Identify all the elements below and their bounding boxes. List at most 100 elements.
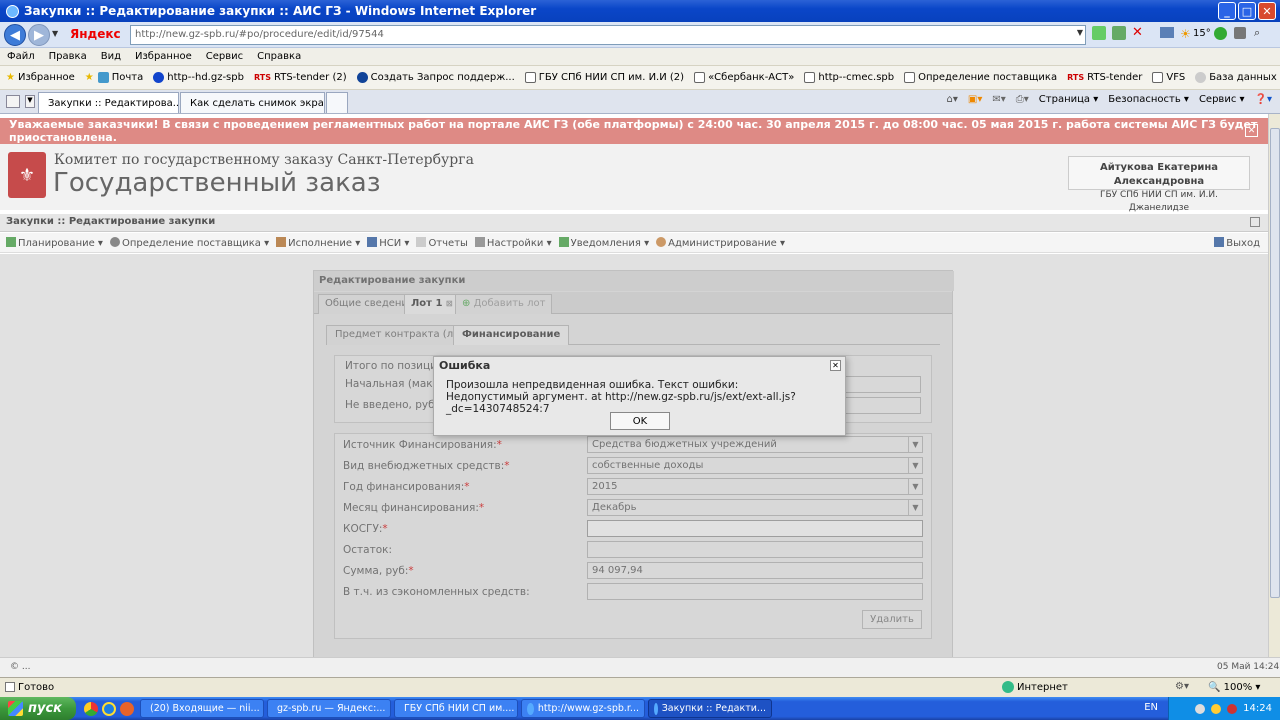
weather-sun-icon: ☀ [1180, 27, 1191, 41]
ie-icon [527, 702, 534, 715]
page-menu[interactable]: Страница ▾ [1039, 94, 1098, 105]
favorite-link[interactable]: Создать Запрос поддерж... [356, 72, 515, 83]
menu-notifications[interactable]: Уведомления ▾ [558, 236, 649, 249]
user-info[interactable]: Айтукова Екатерина Александровна ГБУ СПб… [1068, 156, 1250, 213]
menu-help[interactable]: Справка [257, 51, 301, 62]
volume-icon[interactable] [1211, 703, 1222, 714]
ok-button[interactable]: OK [610, 412, 670, 430]
start-button[interactable]: пуск [0, 697, 76, 720]
favorite-link[interactable]: Почта [97, 72, 143, 83]
badge-icon[interactable] [1214, 27, 1227, 40]
planning-icon [6, 236, 16, 247]
report-icon [416, 236, 427, 247]
add-favorite-icon[interactable]: ★ [85, 72, 94, 83]
exit-icon [1214, 237, 1225, 247]
taskbar-item[interactable]: ГБУ СПб НИИ СП им.... [394, 699, 518, 718]
page-icon [524, 72, 536, 83]
favorite-link[interactable]: http--cmec.spb [804, 72, 894, 83]
help-icon[interactable]: ❓▾ [1255, 94, 1272, 105]
antivirus-icon[interactable] [1227, 703, 1238, 714]
chrome-icon[interactable] [84, 701, 98, 716]
close-alert-button[interactable]: ✕ [1245, 124, 1258, 137]
url-dropdown-icon[interactable]: ▼ [1077, 28, 1083, 37]
notification-icon [558, 236, 569, 247]
globe-icon [356, 72, 368, 83]
dialog-title: Ошибка [439, 359, 491, 372]
history-dropdown-icon[interactable]: ▼ [52, 29, 58, 38]
menu-tools[interactable]: Сервис [206, 51, 243, 62]
favorite-link[interactable]: RTS RTS-tender [1067, 72, 1142, 83]
favorites-button[interactable]: ★ Избранное [6, 72, 75, 83]
network-icon[interactable] [1195, 703, 1206, 714]
favorite-link[interactable]: База данных «Учет собст... [1195, 72, 1280, 83]
menu-bar: Файл Правка Вид Избранное Сервис Справка [0, 48, 1280, 66]
tools-icon[interactable] [1234, 27, 1246, 39]
dialog-message: Произошла непредвиденная ошибка. Текст о… [446, 379, 796, 415]
print-icon[interactable]: ⎙▾ [1016, 94, 1029, 105]
page-icon [904, 72, 916, 83]
browser-tab-bar: ▼ Закупки :: Редактирова... ✕ Как сделат… [0, 90, 1280, 114]
ie-icon [153, 72, 165, 83]
collapse-icon[interactable] [1250, 217, 1260, 227]
browser-tab[interactable]: Как сделать снимок экрана... [180, 92, 325, 113]
menu-file[interactable]: Файл [7, 51, 35, 62]
taskbar-item[interactable]: (20) Входящие — nii... [140, 699, 264, 718]
close-dialog-icon[interactable]: ✕ [830, 360, 841, 371]
favorite-link[interactable]: RTS RTS-tender (2) [254, 72, 347, 83]
tab-list-icon[interactable]: ▼ [25, 95, 35, 108]
ie-quicklaunch-icon[interactable] [102, 701, 116, 716]
page-scrollbar[interactable] [1268, 114, 1280, 657]
stop-icon[interactable]: ✕ [1132, 25, 1143, 40]
maximize-button[interactable]: □ [1238, 2, 1256, 20]
favorite-link[interactable]: ГБУ СПб НИИ СП им. И.И (2) [524, 72, 684, 83]
back-button[interactable]: ◀ [4, 24, 26, 46]
exit-button[interactable]: Выход [1214, 237, 1260, 249]
favorite-link[interactable]: Определение поставщика [904, 72, 1057, 83]
close-window-button[interactable]: ✕ [1258, 2, 1276, 20]
execution-icon [276, 236, 287, 247]
search-icon[interactable]: ⌕ [1254, 26, 1260, 40]
browser-tab-active[interactable]: Закупки :: Редактирова... ✕ [38, 92, 179, 113]
refresh-icon[interactable] [1112, 26, 1126, 40]
menu-reports[interactable]: Отчеты [416, 236, 468, 249]
menu-view[interactable]: Вид [101, 51, 121, 62]
gear-icon [109, 236, 120, 247]
safety-menu[interactable]: Безопасность ▾ [1108, 94, 1189, 105]
ie-status-text: Готово [18, 682, 55, 693]
menu-admin[interactable]: Администрирование ▾ [656, 236, 785, 249]
menu-edit[interactable]: Правка [49, 51, 87, 62]
favorite-link[interactable]: «Сбербанк-АСТ» [694, 72, 794, 83]
menu-nsi[interactable]: НСИ ▾ [367, 236, 409, 249]
protected-mode-icon[interactable]: ⚙▾ [1175, 681, 1189, 692]
quick-tabs-icon[interactable] [6, 95, 20, 108]
page-title: Закупки :: Редактирование закупки [6, 216, 216, 227]
home-icon[interactable]: ⌂▾ [947, 94, 958, 105]
favorite-link[interactable]: VFS [1152, 72, 1185, 83]
favorite-link[interactable]: http--hd.gz-spb [153, 72, 244, 83]
read-mail-icon[interactable]: ✉▾ [992, 94, 1005, 105]
tools-menu[interactable]: Сервис ▾ [1199, 94, 1245, 105]
feeds-icon[interactable]: ▣▾ [968, 94, 982, 105]
zoom-level[interactable]: 🔍 100% ▾ [1208, 682, 1260, 693]
menu-favorites[interactable]: Избранное [135, 51, 192, 62]
compat-view-icon[interactable] [1092, 26, 1106, 40]
taskbar: пуск (20) Входящие — nii... gz-spb.ru — … [0, 697, 1280, 720]
menu-execution[interactable]: Исполнение ▾ [276, 236, 360, 249]
taskbar-item[interactable]: http://www.gz-spb.r... [521, 699, 645, 718]
scrollbar-thumb[interactable] [1270, 128, 1280, 598]
mail-icon[interactable] [1160, 27, 1174, 38]
window-titlebar: Закупки :: Редактирование закупки :: АИС… [0, 0, 1280, 22]
taskbar-item[interactable]: gz-spb.ru — Яндекс:... [267, 699, 391, 718]
menu-settings[interactable]: Настройки ▾ [474, 236, 552, 249]
clock[interactable]: 14:24 [1243, 703, 1272, 714]
language-indicator[interactable]: EN [1144, 702, 1158, 713]
minimize-button[interactable]: _ [1218, 2, 1236, 20]
modal-mask [0, 254, 1268, 657]
firefox-icon[interactable] [120, 701, 134, 716]
new-tab-button[interactable] [326, 92, 348, 113]
menu-planning[interactable]: Планирование ▾ [6, 236, 103, 249]
menu-supplier[interactable]: Определение поставщика ▾ [109, 236, 269, 249]
url-input[interactable]: http://new.gz-spb.ru/#po/procedure/edit/… [130, 25, 1086, 45]
taskbar-item-active[interactable]: Закупки :: Редакти... [648, 699, 772, 718]
forward-button[interactable]: ▶ [28, 24, 50, 46]
